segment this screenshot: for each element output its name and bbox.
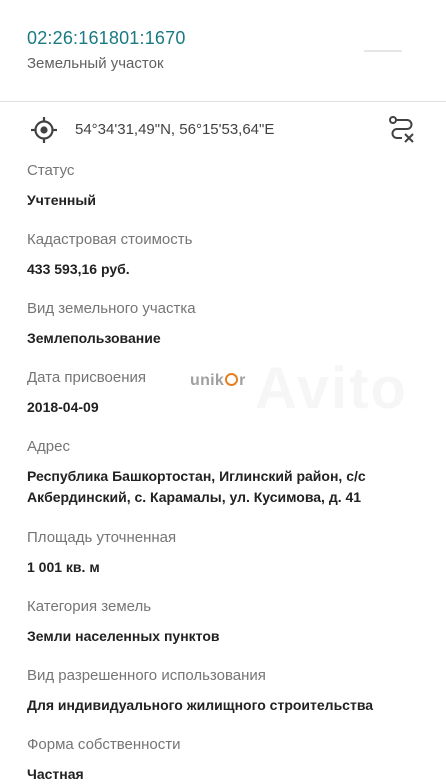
field-land-type: Вид земельного участка Землепользование <box>27 296 427 348</box>
field-label: Площадь уточненная <box>27 529 177 546</box>
field-value: Учтенный <box>27 192 96 208</box>
crosshair-icon[interactable] <box>30 116 58 144</box>
field-assignment-date: Дата присвоения 2018-04-09 <box>27 365 427 417</box>
field-value: 1 001 кв. м <box>27 559 100 575</box>
coordinates-row: 54°34'31,49"N, 56°15'53,64"E <box>0 102 446 158</box>
field-value: Земли населенных пунктов <box>27 628 220 644</box>
coordinates-text[interactable]: 54°34'31,49"N, 56°15'53,64"E <box>75 121 274 138</box>
field-permitted-use: Вид разрешенного использования Для индив… <box>27 663 427 715</box>
field-status: Статус Учтенный <box>27 158 427 210</box>
field-value: 2018-04-09 <box>27 399 99 415</box>
field-value: 433 593,16 руб. <box>27 261 130 277</box>
field-value: Частная <box>27 766 84 782</box>
field-label: Дата присвоения <box>27 369 146 386</box>
field-label: Адрес <box>27 438 70 455</box>
drag-handle[interactable] <box>364 50 402 52</box>
field-address: Адрес Республика Башкортостан, Иглинский… <box>27 434 427 508</box>
cadastral-number[interactable]: 02:26:161801:1670 <box>27 28 186 49</box>
field-label: Статус <box>27 162 75 179</box>
header: 02:26:161801:1670 Земельный участок <box>0 0 446 102</box>
field-area: Площадь уточненная 1 001 кв. м <box>27 525 427 577</box>
field-land-category: Категория земель Земли населенных пункто… <box>27 594 427 646</box>
field-value: Для индивидуального жилищного строительс… <box>27 697 374 713</box>
object-type: Земельный участок <box>27 55 164 72</box>
field-label: Категория земель <box>27 598 152 615</box>
details-list: Статус Учтенный Кадастровая стоимость 43… <box>27 158 427 784</box>
field-label: Вид земельного участка <box>27 300 196 317</box>
field-cadastral-cost: Кадастровая стоимость 433 593,16 руб. <box>27 227 427 279</box>
field-label: Вид разрешенного использования <box>27 667 266 684</box>
field-label: Кадастровая стоимость <box>27 231 193 248</box>
route-off-icon[interactable] <box>388 115 416 145</box>
field-ownership-form: Форма собственности Частная <box>27 732 427 784</box>
field-label: Форма собственности <box>27 736 181 753</box>
field-value: Республика Башкортостан, Иглинский район… <box>27 468 366 505</box>
field-value: Землепользование <box>27 330 161 346</box>
